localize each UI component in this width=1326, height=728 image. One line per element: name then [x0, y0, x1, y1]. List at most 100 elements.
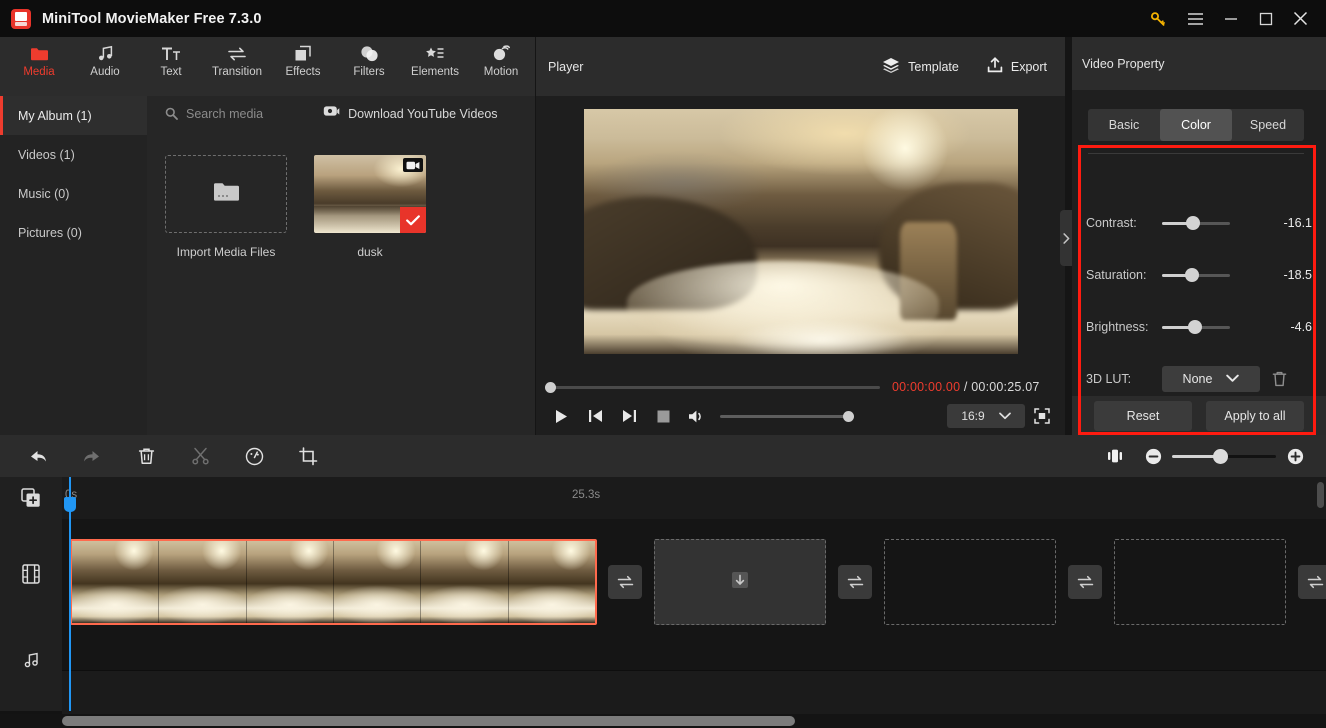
redo-button[interactable] [65, 435, 119, 477]
folder-icon [30, 44, 49, 63]
next-frame-button[interactable] [612, 401, 646, 431]
video-badge-icon [403, 158, 423, 172]
tool-nav-bar: Media Audio Text Transition Effects Filt… [0, 37, 535, 96]
transition-slot-2[interactable] [838, 565, 872, 599]
fullscreen-button[interactable] [1025, 401, 1059, 431]
transition-slot-4[interactable] [1298, 565, 1326, 599]
add-clip-icon [730, 570, 750, 595]
play-button[interactable] [544, 401, 578, 431]
search-input[interactable]: Search media [186, 107, 263, 121]
tool-label: Filters [353, 66, 385, 78]
timeline-ruler[interactable]: 0s 25.3s [62, 477, 1326, 519]
zoom-slider[interactable] [1172, 448, 1276, 464]
saturation-handle[interactable] [1184, 268, 1199, 282]
tab-color[interactable]: Color [1160, 109, 1232, 141]
empty-slot-1[interactable] [654, 539, 826, 625]
sidebar-item-videos[interactable]: Videos (1) [0, 135, 147, 174]
brightness-row: Brightness: -4.6 [1086, 317, 1312, 337]
tool-transition[interactable]: Transition [204, 37, 270, 96]
add-media-icon[interactable] [0, 477, 62, 519]
volume-icon[interactable] [680, 401, 714, 431]
collapse-right-panel-button[interactable] [1060, 210, 1072, 266]
maximize-button[interactable] [1248, 0, 1283, 37]
playhead[interactable] [64, 477, 76, 711]
empty-slot-3[interactable] [1114, 539, 1286, 625]
speed-button[interactable] [227, 435, 281, 477]
delete-button[interactable] [119, 435, 173, 477]
vertical-scrollbar[interactable] [1317, 482, 1324, 508]
minimize-button[interactable] [1213, 0, 1248, 37]
import-media-cell: Import Media Files [165, 155, 287, 259]
apply-to-all-button[interactable]: Apply to all [1206, 400, 1304, 431]
video-preview[interactable] [583, 109, 1018, 354]
sidebar-item-my-album[interactable]: My Album (1) [0, 96, 147, 135]
template-label: Template [908, 59, 959, 74]
tool-label: Motion [483, 66, 519, 78]
tool-audio[interactable]: Audio [72, 37, 138, 96]
volume-handle[interactable] [843, 410, 854, 422]
tool-text[interactable]: Text [138, 37, 204, 96]
volume-slider[interactable] [720, 410, 854, 422]
text-tt-icon [161, 44, 181, 63]
current-time: 00:00:00.00 [892, 380, 961, 394]
aspect-ratio-select[interactable]: 16:9 [947, 404, 1025, 428]
timeline-clip-dusk[interactable] [70, 539, 597, 625]
trash-icon[interactable] [1272, 371, 1287, 387]
album-label: Pictures (0) [18, 225, 82, 240]
split-button[interactable] [173, 435, 227, 477]
media-thumbnail-dusk[interactable] [314, 155, 426, 233]
horizontal-scrollbar[interactable] [62, 716, 795, 726]
undo-button[interactable] [11, 435, 65, 477]
video-track[interactable] [62, 519, 1326, 671]
contrast-slider[interactable] [1162, 216, 1230, 230]
template-button[interactable]: Template [882, 57, 959, 76]
lut-select[interactable]: None [1162, 366, 1260, 392]
export-button[interactable]: Export [987, 57, 1047, 76]
tab-label: Color [1181, 118, 1211, 132]
download-youtube-button[interactable]: Download YouTube Videos [323, 105, 498, 123]
transition-slot-3[interactable] [1068, 565, 1102, 599]
album-label: Videos (1) [18, 147, 75, 162]
brightness-slider[interactable] [1162, 320, 1230, 334]
brightness-label: Brightness: [1086, 320, 1149, 334]
property-tabs: Basic Color Speed [1088, 109, 1304, 141]
zoom-in-button[interactable] [1276, 435, 1314, 477]
tool-media[interactable]: Media [6, 37, 72, 96]
brightness-handle[interactable] [1187, 320, 1202, 334]
saturation-slider[interactable] [1162, 268, 1230, 282]
tab-label: Speed [1249, 118, 1287, 132]
seek-handle[interactable] [545, 381, 556, 393]
seek-slider[interactable] [545, 381, 880, 393]
fit-timeline-icon[interactable] [1096, 435, 1134, 477]
tab-label: Basic [1108, 118, 1140, 132]
tool-label: Transition [211, 66, 263, 78]
tool-filters[interactable]: Filters [336, 37, 402, 96]
tab-speed[interactable]: Speed [1232, 109, 1304, 141]
sidebar-item-pictures[interactable]: Pictures (0) [0, 213, 147, 252]
key-icon[interactable] [1138, 0, 1178, 37]
tool-elements[interactable]: Elements [402, 37, 468, 96]
hamburger-icon[interactable] [1178, 0, 1213, 37]
contrast-label: Contrast: [1086, 216, 1137, 230]
sidebar-item-music[interactable]: Music (0) [0, 174, 147, 213]
tool-effects[interactable]: Effects [270, 37, 336, 96]
player-panel: Player Template Export 00:00:00.00 / 00:… [536, 37, 1065, 435]
transition-slot-1[interactable] [608, 565, 642, 599]
folder-import-icon [213, 181, 239, 207]
stop-button[interactable] [646, 401, 680, 431]
tool-label: Effects [285, 66, 321, 78]
reset-button[interactable]: Reset [1094, 400, 1192, 431]
zoom-handle[interactable] [1213, 448, 1228, 464]
empty-slot-2[interactable] [884, 539, 1056, 625]
close-button[interactable] [1283, 0, 1318, 37]
contrast-handle[interactable] [1186, 216, 1201, 230]
import-media-button[interactable] [165, 155, 287, 233]
tool-motion[interactable]: Motion [468, 37, 534, 96]
zoom-out-button[interactable] [1134, 435, 1172, 477]
tab-basic[interactable]: Basic [1088, 109, 1160, 141]
property-body: Basic Color Speed Contrast: -16.1 Satura… [1072, 90, 1326, 435]
clip-frame [421, 541, 509, 623]
previous-frame-button[interactable] [578, 401, 612, 431]
crop-button[interactable] [281, 435, 335, 477]
title-bar: MiniTool MovieMaker Free 7.3.0 [0, 0, 1326, 37]
